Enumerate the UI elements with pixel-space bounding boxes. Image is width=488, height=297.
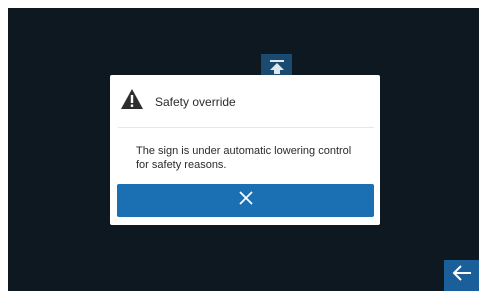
- close-dialog-button[interactable]: [117, 184, 374, 217]
- dialog-message: The sign is under automatic lowering con…: [136, 145, 352, 171]
- display-screen: Safety override The sign is under automa…: [8, 8, 479, 291]
- dialog-header: Safety override: [110, 75, 380, 127]
- warning-icon: [120, 88, 144, 110]
- back-arrow-icon: [451, 264, 473, 287]
- back-button[interactable]: [444, 260, 479, 291]
- close-icon: [238, 190, 254, 211]
- dialog-divider: [118, 127, 374, 128]
- safety-override-dialog: Safety override The sign is under automa…: [110, 75, 380, 225]
- dialog-title: Safety override: [155, 95, 236, 109]
